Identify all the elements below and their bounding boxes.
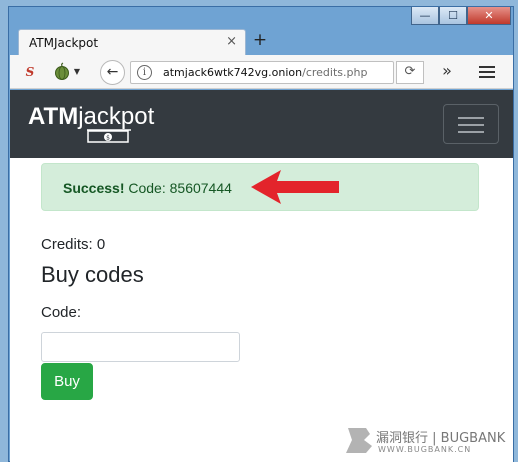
- minimize-button[interactable]: —: [411, 7, 439, 25]
- svg-text:$: $: [106, 135, 110, 142]
- url-text[interactable]: atmjack6wtk742vg.onion/credits.php: [163, 66, 367, 79]
- buy-button[interactable]: Buy: [41, 363, 93, 400]
- red-arrow-annotation: [251, 170, 339, 204]
- watermark-url-text: WWW.BUGBANK.CN: [378, 445, 472, 454]
- hamburger-menu-icon[interactable]: [477, 63, 497, 81]
- window-controls: — ☐ ✕: [411, 7, 511, 27]
- cash-icon: $: [87, 129, 131, 143]
- bugbank-watermark: 漏洞银行 | BUGBANK WWW.BUGBANK.CN: [344, 424, 516, 458]
- s-extension-icon[interactable]: S: [22, 62, 38, 82]
- page-title: Buy codes: [41, 262, 144, 287]
- close-window-button[interactable]: ✕: [467, 7, 511, 25]
- brand-light: jackpot: [78, 103, 155, 130]
- tab-title: ATMJackpot: [29, 36, 99, 50]
- onion-icon[interactable]: [54, 62, 70, 82]
- code-label: Code:: [41, 304, 82, 321]
- browser-window: — ☐ ✕ ATMJackpot × + S ▼ ← i atmjack6wtk…: [8, 6, 514, 462]
- overflow-menu-icon[interactable]: »: [435, 61, 459, 81]
- info-icon[interactable]: i: [137, 65, 152, 80]
- alert-strong: Success!: [63, 180, 125, 196]
- url-bar[interactable]: i atmjack6wtk742vg.onion/credits.php: [130, 61, 394, 84]
- chevron-down-icon[interactable]: ▼: [72, 62, 82, 82]
- page-viewport: ATMjackpot $ Success! Code: 85607444 Cre…: [10, 90, 513, 462]
- nav-toolbar: S ▼ ← i atmjack6wtk742vg.onion/credits.p…: [10, 55, 513, 89]
- tab-close-icon[interactable]: ×: [226, 34, 237, 49]
- tab-atmjackpot[interactable]: ATMJackpot ×: [18, 29, 246, 55]
- reload-button[interactable]: ⟳: [396, 61, 424, 84]
- site-navbar: ATMjackpot $: [10, 90, 513, 158]
- maximize-button[interactable]: ☐: [439, 7, 467, 25]
- navbar-toggler-button[interactable]: [443, 104, 499, 144]
- new-tab-button[interactable]: +: [248, 29, 272, 53]
- back-button[interactable]: ←: [100, 60, 125, 85]
- code-input[interactable]: [41, 332, 240, 362]
- credits-text: Credits: 0: [41, 236, 106, 253]
- title-bar: — ☐ ✕: [9, 7, 513, 27]
- url-host: atmjack6wtk742vg.onion: [163, 66, 303, 79]
- brand-bold: ATM: [28, 103, 79, 130]
- url-path: /credits.php: [302, 66, 368, 79]
- bugbank-logo-icon: [346, 428, 372, 453]
- watermark-cn-text: 漏洞银行 | BUGBANK: [376, 431, 506, 446]
- alert-message: Code: 85607444: [124, 180, 232, 196]
- tab-strip: ATMJackpot × +: [10, 27, 513, 55]
